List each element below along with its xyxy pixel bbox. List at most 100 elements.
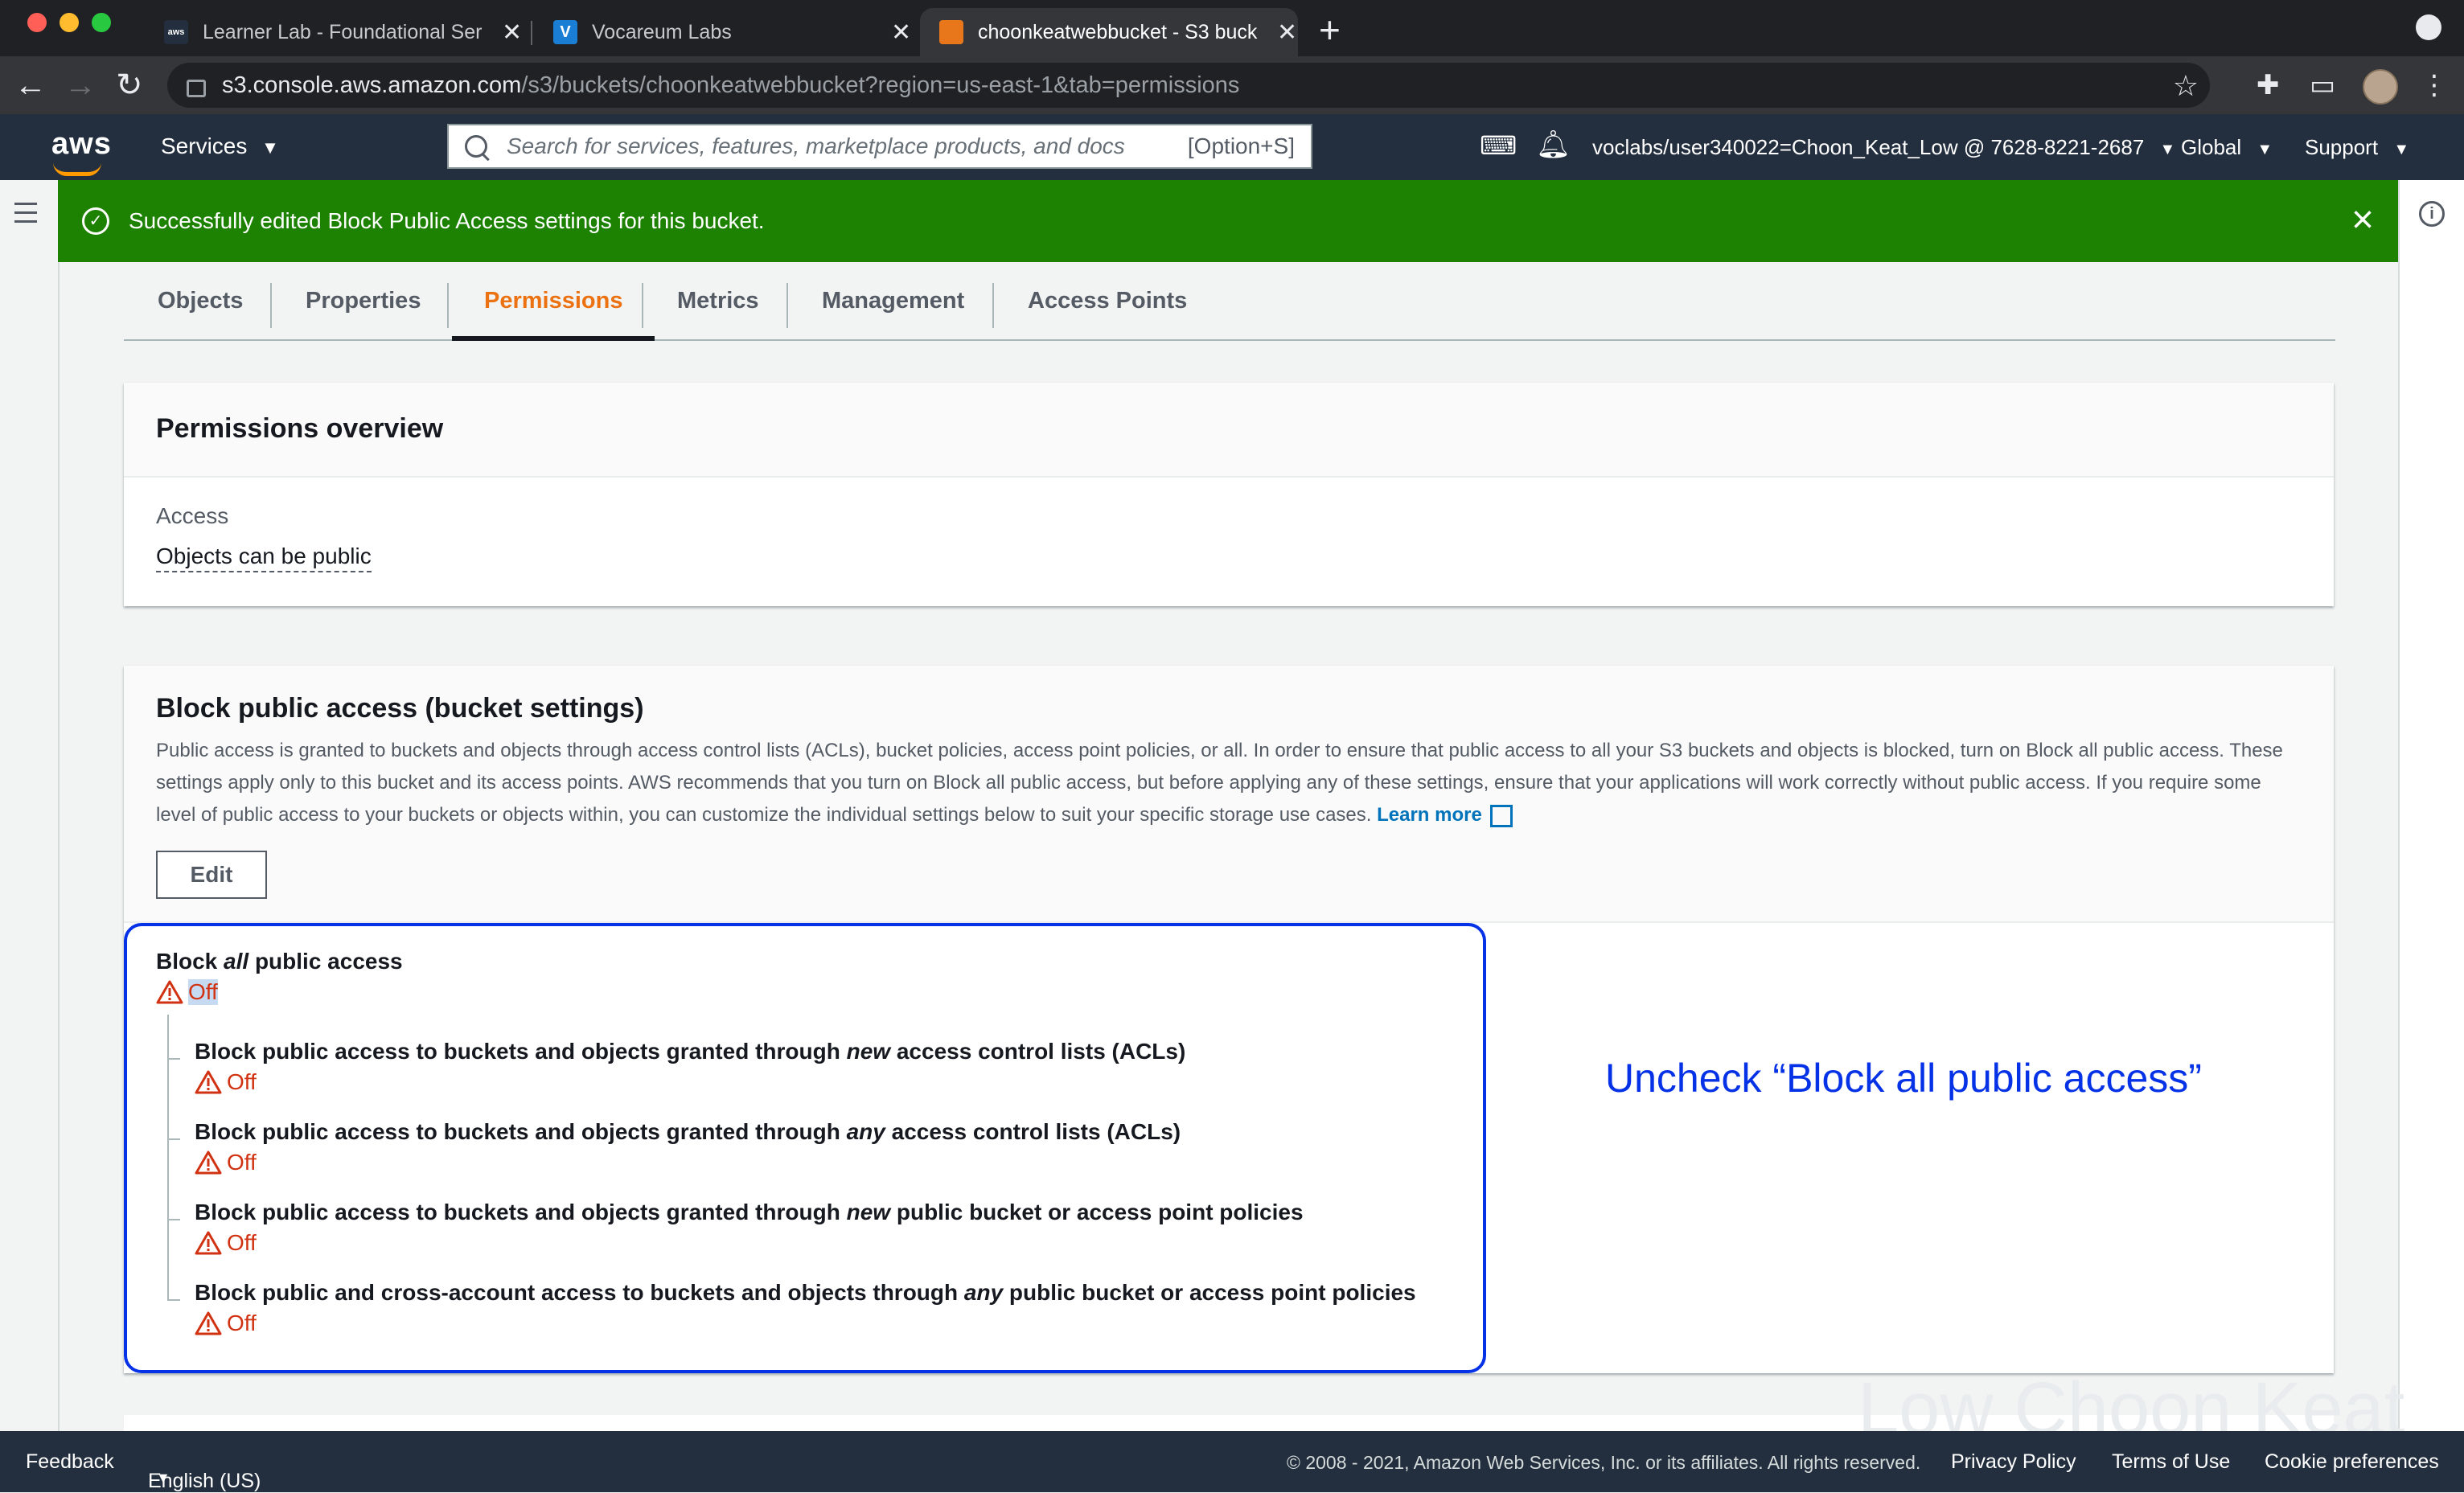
setting-new-acls-label: Block public access to buckets and objec… [195,1039,1186,1064]
unified-search-input[interactable]: Search for services, features, marketpla… [447,124,1312,169]
settings-tree-branch [167,1219,180,1220]
maximize-window-button[interactable] [92,13,111,32]
cookie-preferences-link[interactable]: Cookie preferences [2265,1450,2439,1474]
tab-separator [531,21,532,45]
new-tab-button[interactable]: + [1319,8,1341,51]
learn-more-link[interactable]: Learn more [1377,804,1513,827]
tab-title: choonkeatwebbucket - S3 buck [978,20,1258,43]
aws-logo[interactable]: aws [51,127,112,176]
settings-tree-branch [167,1058,180,1060]
caret-down-icon: ▼ [2393,141,2410,158]
block-all-public-access-label: Block all public access [156,949,403,974]
browser-tab-s3-bucket[interactable]: choonkeatwebbucket - S3 buck ✕ [920,8,1298,56]
warning-icon [156,980,183,1004]
vocareum-favicon-icon: V [553,20,577,44]
forward-arrow-icon[interactable]: → [64,68,97,103]
cloudshell-icon[interactable]: ⌨ [1480,130,1517,161]
tab-separator [642,283,643,328]
tab-title: Vocareum Labs [592,20,732,43]
feedback-link[interactable]: Feedback [26,1450,114,1474]
caret-down-icon: ▼ [2257,141,2273,158]
settings-tree-branch [167,1138,180,1140]
account-menu[interactable]: voclabs/user340022=Choon_Keat_Low @ 7628… [1592,135,2175,160]
setting-any-policies-label: Block public and cross-account access to… [195,1280,1416,1305]
edit-button[interactable]: Edit [156,851,267,899]
block-public-access-description: Public access is granted to buckets and … [156,740,2283,827]
settings-tree-branch [167,1299,180,1301]
success-flashbar: ✓ Successfully edited Block Public Acces… [58,180,2398,262]
close-tab-icon[interactable]: ✕ [502,18,522,47]
tab-search-button[interactable] [2416,14,2441,40]
access-value[interactable]: Objects can be public [156,543,372,572]
setting-any-acls-label: Block public access to buckets and objec… [195,1119,1181,1144]
search-icon [465,135,487,158]
access-label: Access [156,503,229,528]
tab-objects[interactable]: Objects [158,262,243,339]
minimize-window-button[interactable] [60,13,79,32]
setting-new-policies-label: Block public access to buckets and objec… [195,1200,1304,1224]
back-arrow-icon[interactable]: ← [14,68,47,103]
warning-icon [195,1070,222,1094]
block-all-status: Off [156,979,218,1005]
warning-icon [195,1311,222,1335]
caret-down-icon: ▼ [156,1470,170,1486]
services-label: Services [161,133,248,158]
browser-tab-bar: aws Learner Lab - Foundational Ser ✕ V V… [0,0,2464,56]
tab-metrics[interactable]: Metrics [677,262,759,339]
tab-title: Learner Lab - Foundational Ser [203,20,483,43]
tab-access-points[interactable]: Access Points [1028,262,1187,339]
setting-new-acls-status: Off [195,1069,257,1095]
terms-of-use-link[interactable]: Terms of Use [2112,1450,2230,1474]
info-icon[interactable]: i [2419,201,2445,227]
annotation-highlight-box [124,923,1486,1373]
url-text: s3.console.aws.amazon.com/s3/buckets/cho… [222,72,1240,98]
extensions-puzzle-icon[interactable]: ✚ [2257,69,2280,101]
support-menu[interactable]: Support ▼ [2305,135,2409,160]
block-public-access-title: Block public access (bucket settings) [156,693,644,724]
tab-permissions[interactable]: Permissions [452,262,655,341]
tab-separator [270,283,272,328]
search-shortcut: [Option+S] [1187,133,1295,158]
lock-icon [187,80,206,97]
search-placeholder: Search for services, features, marketpla… [507,133,1125,158]
close-window-button[interactable] [27,13,47,32]
warning-icon [195,1151,222,1175]
profile-avatar[interactable] [2363,69,2398,105]
success-check-icon: ✓ [82,207,109,235]
flash-message: Successfully edited Block Public Access … [129,208,765,233]
dismiss-flash-icon[interactable]: × [2351,198,2374,243]
permissions-overview-title: Permissions overview [156,413,444,444]
address-bar[interactable]: s3.console.aws.amazon.com/s3/buckets/cho… [167,63,2210,108]
setting-new-policies-status: Off [195,1230,257,1256]
notifications-bell-icon[interactable]: 🔔︎ [1536,129,1571,161]
privacy-policy-link[interactable]: Privacy Policy [1951,1450,2076,1474]
copyright-text: © 2008 - 2021, Amazon Web Services, Inc.… [1287,1452,1921,1473]
console-footer: Feedback English (US) ▼ © 2008 - 2021, A… [0,1431,2464,1492]
caret-down-icon: ▼ [261,137,279,158]
browser-menu-icon[interactable]: ⋮ [2421,69,2448,101]
tab-properties[interactable]: Properties [306,262,421,339]
bucket-tabs: Objects Properties Permissions Metrics M… [124,262,2335,341]
help-panel-rail [2398,180,2464,1431]
annotation-instruction: Uncheck “Block all public access” [1605,1056,2202,1101]
browser-tab-vocareum[interactable]: V Vocareum Labs ✕ [534,8,912,56]
warning-icon [195,1231,222,1255]
bookmark-star-icon[interactable]: ☆ [2173,69,2199,103]
tab-separator [447,283,449,328]
external-link-icon [1489,804,1513,827]
s3-favicon-icon [939,20,963,44]
close-tab-icon[interactable]: ✕ [891,18,911,47]
region-menu[interactable]: Global ▼ [2181,135,2273,160]
setting-any-acls-status: Off [195,1150,257,1175]
aws-favicon-icon: aws [164,20,188,44]
permissions-overview-panel: Permissions overview Access Objects can … [124,383,2334,606]
tab-separator [992,283,994,328]
cast-icon[interactable]: ▭ [2310,69,2335,101]
reload-icon[interactable]: ↻ [116,68,143,103]
browser-tab-learner-lab[interactable]: aws Learner Lab - Foundational Ser ✕ [145,8,523,56]
close-tab-icon[interactable]: ✕ [1277,18,1297,47]
services-menu[interactable]: Services ▼ [161,133,279,159]
caret-down-icon: ▼ [2159,141,2176,158]
hamburger-menu-icon[interactable] [14,203,37,229]
tab-management[interactable]: Management [822,262,964,339]
